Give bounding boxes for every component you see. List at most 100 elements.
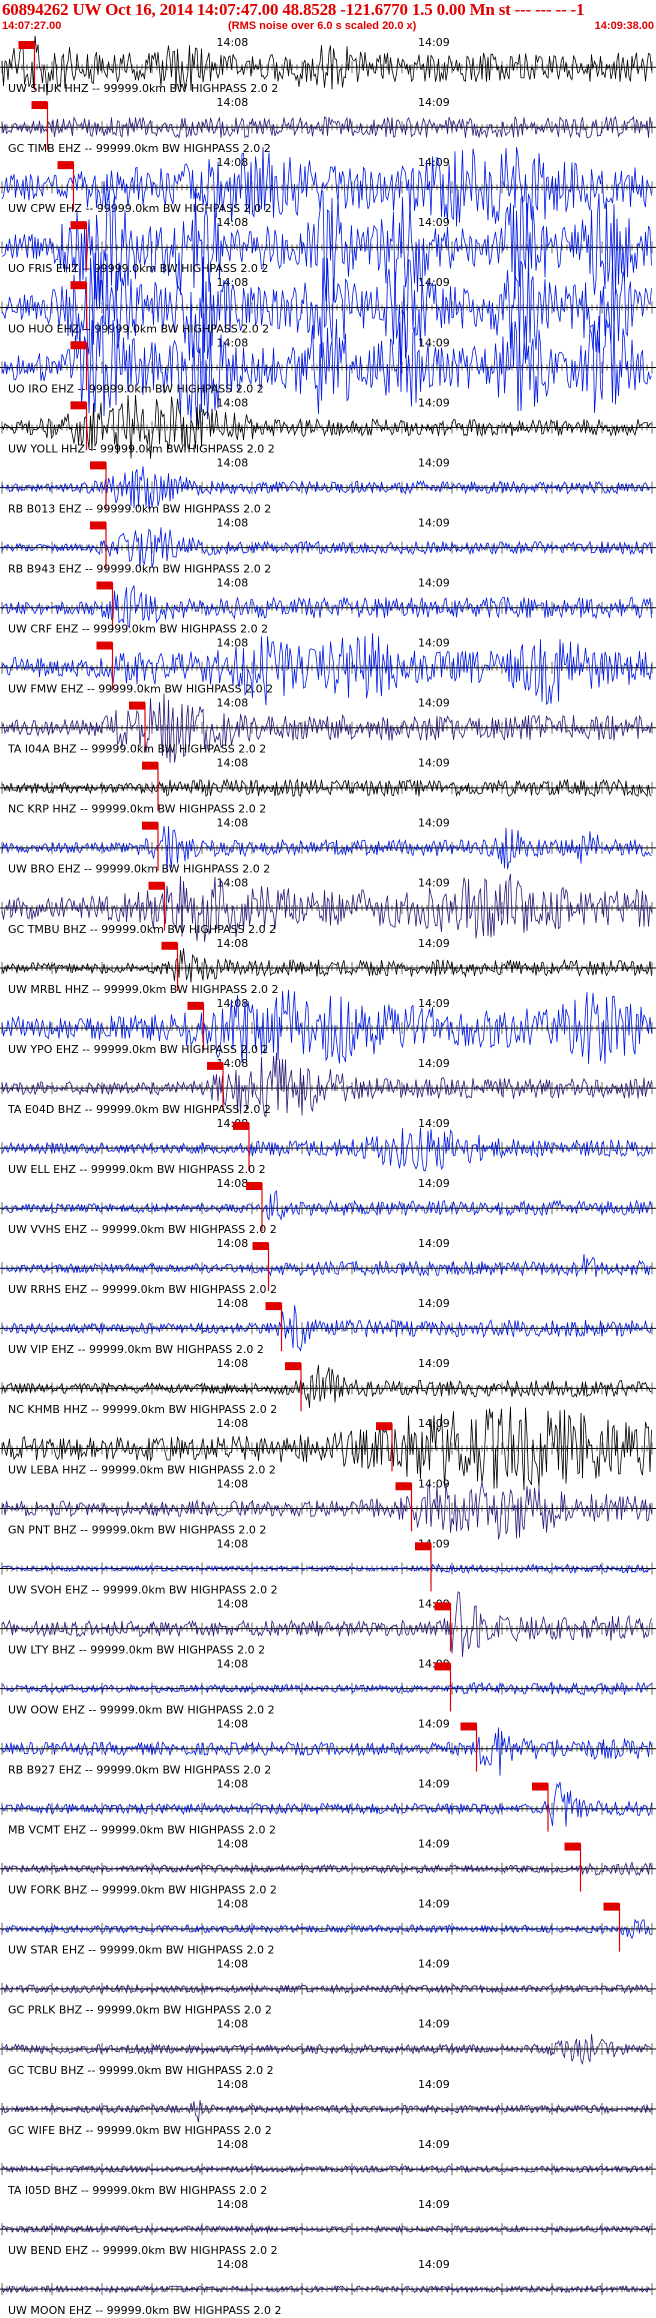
phase-pick-flag	[434, 1662, 451, 1671]
minute-tick-label: 14:08	[217, 637, 249, 650]
phase-pick-flag	[233, 1121, 249, 1130]
channel-label: TA E04D BHZ -- 99999.0km BW HIGHPASS 2.0…	[7, 1103, 271, 1116]
waveform-trace	[1, 1781, 652, 1827]
minute-tick-label: 14:08	[217, 96, 249, 109]
channel-label: GC TIMB EHZ -- 99999.0km BW HIGHPASS 2.0…	[8, 142, 271, 155]
phase-pick-flag	[415, 1542, 431, 1551]
channel-label: UW BRO EHZ -- 99999.0km BW HIGHPASS 2.0 …	[8, 863, 270, 876]
minute-tick-label: 14:09	[418, 1357, 450, 1370]
minute-tick-label: 14:08	[217, 1357, 249, 1370]
minute-tick-label: 14:09	[418, 396, 450, 409]
phase-pick-flag	[148, 881, 165, 890]
minute-tick-label: 14:08	[217, 1537, 249, 1550]
minute-tick-label: 14:08	[217, 576, 249, 589]
channel-label: RB B943 EHZ -- 99999.0km BW HIGHPASS 2.0…	[8, 562, 271, 575]
minute-tick-label: 14:08	[217, 216, 249, 229]
minute-tick-label: 14:09	[418, 817, 450, 830]
minute-tick-label: 14:09	[418, 216, 450, 229]
minute-tick-label: 14:08	[217, 697, 249, 710]
phase-pick-flag	[207, 1061, 223, 1070]
minute-tick-label: 14:09	[418, 637, 450, 650]
event-title: 60894262 UW Oct 16, 2014 14:07:47.00 48.…	[2, 0, 585, 19]
minute-tick-label: 14:09	[418, 1297, 450, 1310]
channel-label: UO HUO EHZ -- 99999.0km BW HIGHPASS 2.0 …	[8, 322, 269, 335]
channel-label: UO FRIS EHZ -- 99999.0km BW HIGHPASS 2.0…	[8, 262, 268, 275]
minute-tick-label: 14:09	[418, 1958, 450, 1971]
minute-tick-label: 14:08	[217, 1838, 249, 1851]
channel-label: GC WIFE BHZ -- 99999.0km BW HIGHPASS 2.0…	[8, 2124, 272, 2137]
minute-tick-label: 14:09	[418, 997, 450, 1010]
minute-tick-label: 14:09	[418, 156, 450, 169]
minute-tick-label: 14:08	[217, 757, 249, 770]
channel-label: GC TCBU BHZ -- 99999.0km BW HIGHPASS 2.0…	[8, 2064, 274, 2077]
start-time: 14:07:27.00	[2, 20, 62, 32]
phase-pick-flag	[246, 1182, 262, 1190]
phase-pick-flag	[70, 401, 87, 410]
phase-pick-flag	[142, 761, 158, 770]
minute-tick-label: 14:08	[217, 937, 249, 950]
minute-tick-label: 14:08	[217, 997, 249, 1010]
phase-pick-flag	[460, 1722, 477, 1731]
minute-tick-label: 14:09	[418, 576, 450, 589]
channel-label: UW VIP EHZ -- 99999.0km BW HIGHPASS 2.0 …	[8, 1343, 264, 1356]
minute-tick-label: 14:09	[418, 1237, 450, 1250]
phase-pick-flag	[70, 221, 87, 230]
phase-pick-flag	[603, 1902, 620, 1911]
minute-tick-label: 14:09	[418, 1117, 450, 1130]
minute-tick-label: 14:08	[217, 1597, 249, 1610]
minute-tick-label: 14:08	[217, 2198, 249, 2211]
minute-tick-label: 14:09	[418, 937, 450, 950]
channel-label: TA I05D BHZ -- 99999.0km BW HIGHPASS 2.0…	[7, 2184, 267, 2197]
channel-label: NC KRP HHZ -- 99999.0km BW HIGHPASS 2.0 …	[8, 803, 266, 816]
end-time: 14:09:38.00	[594, 20, 654, 32]
phase-pick-flag	[434, 1602, 451, 1611]
channel-label: UW LTY BHZ -- 99999.0km BW HIGHPASS 2.0 …	[8, 1643, 265, 1656]
channel-label: RB B927 EHZ -- 99999.0km BW HIGHPASS 2.0…	[8, 1764, 271, 1777]
phase-pick-flag	[564, 1842, 581, 1851]
channel-label: UW LEBA HHZ -- 99999.0km BW HIGHPASS 2.0…	[8, 1463, 276, 1476]
minute-tick-label: 14:08	[217, 877, 249, 890]
minute-tick-label: 14:09	[418, 757, 450, 770]
minute-tick-label: 14:09	[418, 1898, 450, 1911]
channel-label: UW FORK BHZ -- 99999.0km BW HIGHPASS 2.0…	[8, 1884, 277, 1897]
seismogram-panel: 14:08 14:09 UW SHUK HHZ -- 99999.0km BW HI…	[0, 36, 656, 2317]
channel-label: RB B013 EHZ -- 99999.0km BW HIGHPASS 2.0…	[8, 502, 271, 515]
channel-label: UW YOLL HHZ -- 99999.0km BW HIGHPASS 2.0…	[8, 442, 275, 455]
minute-tick-label: 14:09	[418, 96, 450, 109]
phase-pick-flag	[395, 1482, 412, 1491]
minute-tick-label: 14:08	[217, 456, 249, 469]
phase-pick-flag	[70, 281, 87, 290]
channel-label: UW CRF EHZ -- 99999.0km BW HIGHPASS 2.0 …	[8, 623, 268, 636]
minute-tick-label: 14:09	[418, 516, 450, 529]
minute-tick-label: 14:09	[418, 1177, 450, 1190]
minute-tick-label: 14:08	[217, 1657, 249, 1670]
phase-pick-flag	[129, 701, 145, 710]
scale-note: (RMS noise over 6.0 s scaled 20.0 x)	[228, 20, 417, 32]
minute-tick-label: 14:09	[418, 1057, 450, 1070]
minute-tick-label: 14:09	[418, 1838, 450, 1851]
minute-tick-label: 14:09	[418, 2018, 450, 2031]
channel-label: UW SVOH EHZ -- 99999.0km BW HIGHPASS 2.0…	[8, 1583, 278, 1596]
minute-tick-label: 14:08	[217, 1898, 249, 1911]
phase-pick-flag	[376, 1422, 392, 1431]
minute-tick-label: 14:08	[217, 396, 249, 409]
record-header: 60894262 UW Oct 16, 2014 14:07:47.00 48.…	[0, 0, 656, 36]
phase-pick-flag	[18, 41, 35, 49]
minute-tick-label: 14:09	[418, 2198, 450, 2211]
channel-label: UO IRO EHZ -- 99999.0km BW HIGHPASS 2.0 …	[8, 382, 264, 395]
phase-pick-flag	[70, 341, 87, 350]
phase-pick-flag	[161, 941, 178, 950]
channel-label: UW STAR EHZ -- 99999.0km BW HIGHPASS 2.0…	[8, 1944, 274, 1957]
channel-label: UW RRHS EHZ -- 99999.0km BW HIGHPASS 2.0…	[8, 1283, 277, 1296]
minute-tick-label: 14:09	[418, 336, 450, 349]
minute-tick-label: 14:08	[217, 2018, 249, 2031]
phase-pick-flag	[96, 581, 113, 590]
channel-label: MB VCMT EHZ -- 99999.0km BW HIGHPASS 2.0…	[8, 1824, 276, 1837]
waveform-trace	[1, 1253, 652, 1277]
minute-tick-label: 14:08	[217, 1477, 249, 1490]
minute-tick-label: 14:09	[418, 456, 450, 469]
phase-pick-flag	[142, 821, 158, 830]
channel-label: UW BEND EHZ -- 99999.0km BW HIGHPASS 2.0…	[8, 2244, 278, 2257]
minute-tick-label: 14:09	[418, 2258, 450, 2271]
channel-label: TA I04A BHZ -- 99999.0km BW HIGHPASS 2.0…	[7, 743, 266, 756]
